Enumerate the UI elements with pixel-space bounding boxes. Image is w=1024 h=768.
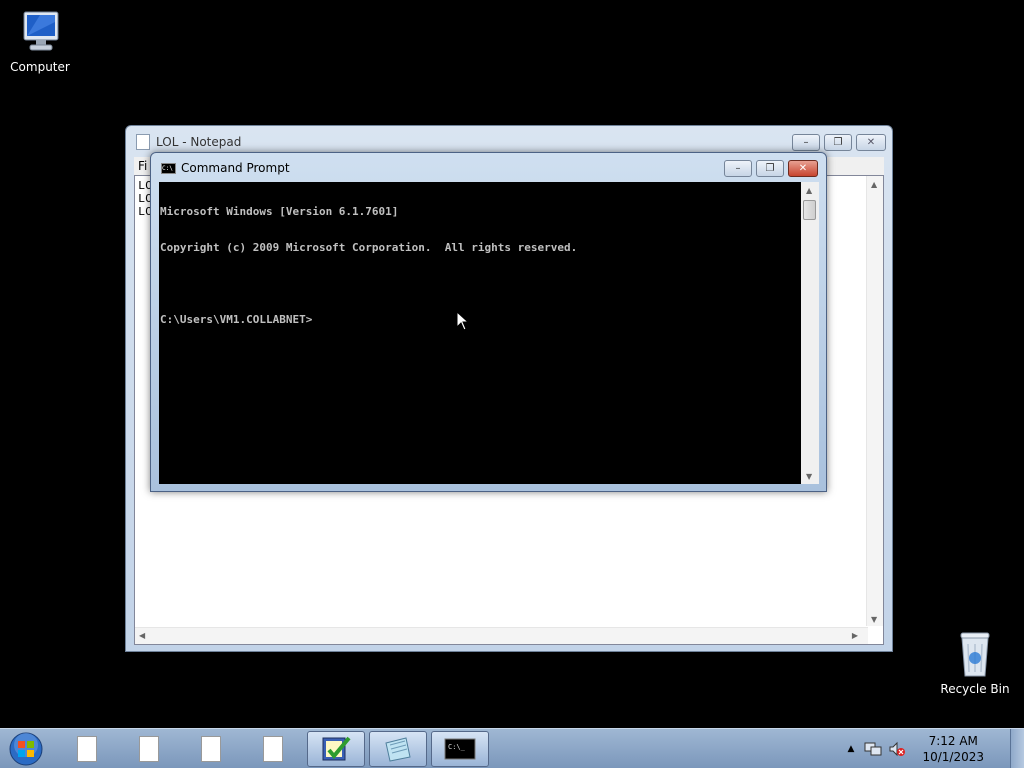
desktop-icon-computer[interactable]: Computer <box>0 8 80 74</box>
clock-time: 7:12 AM <box>928 734 978 748</box>
taskbar-button-document-2[interactable] <box>120 731 178 767</box>
notepad-title: LOL - Notepad <box>156 135 242 149</box>
taskbar-button-cmd[interactable]: C:\_ <box>431 731 489 767</box>
notepad-window-controls: – ❐ ✕ <box>788 134 886 151</box>
cmd-icon: C:\_ <box>444 738 476 760</box>
cmd-close-button[interactable]: ✕ <box>788 160 818 177</box>
desktop-icon-recycle-bin[interactable]: Recycle Bin <box>935 630 1015 696</box>
close-icon: ✕ <box>798 163 808 174</box>
clock-date: 10/1/2023 <box>922 750 984 764</box>
scroll-down-icon[interactable]: ▼ <box>871 615 877 624</box>
taskbar: C:\_ ▲ 7:12 AM 10/1/2023 <box>0 728 1024 768</box>
mouse-cursor-icon <box>456 311 470 331</box>
cmd-icon: C:\ <box>161 162 176 174</box>
restore-icon: ❐ <box>833 137 843 148</box>
cmd-vertical-scrollbar[interactable]: ▲ ▼ <box>801 182 819 484</box>
scroll-left-icon[interactable]: ◀ <box>139 631 145 640</box>
computer-icon <box>23 11 59 51</box>
taskbar-button-notepad[interactable] <box>369 731 427 767</box>
network-icon[interactable] <box>864 741 882 757</box>
show-desktop-button[interactable] <box>1010 729 1024 768</box>
cmd-title: Command Prompt <box>181 161 290 175</box>
taskbar-button-document-3[interactable] <box>182 731 240 767</box>
taskbar-button-checklist[interactable] <box>307 731 365 767</box>
windows-logo-icon <box>9 732 43 766</box>
notepad-vertical-scrollbar[interactable]: ▲ ▼ <box>866 176 883 626</box>
notepad-maximize-button[interactable]: ❐ <box>824 134 852 151</box>
clock[interactable]: 7:12 AM 10/1/2023 <box>922 733 984 765</box>
show-hidden-icons-icon[interactable]: ▲ <box>848 744 855 754</box>
checklist-icon <box>322 736 351 761</box>
scroll-right-icon[interactable]: ▶ <box>852 631 858 640</box>
volume-muted-icon[interactable] <box>888 741 906 757</box>
document-icon <box>263 736 283 762</box>
notepad-horizontal-scrollbar[interactable]: ◀ ▶ <box>135 627 868 644</box>
scroll-up-icon[interactable]: ▲ <box>871 180 877 189</box>
notepad-close-button[interactable]: ✕ <box>856 134 886 151</box>
cmd-maximize-button[interactable]: ❐ <box>756 160 784 177</box>
taskbar-button-document-4[interactable] <box>244 731 302 767</box>
menu-file[interactable]: Fi <box>138 159 147 173</box>
notepad-minimize-button[interactable]: – <box>792 134 820 151</box>
close-icon: ✕ <box>866 137 876 148</box>
recycle-bin-icon <box>960 632 990 677</box>
cmd-window-controls: – ❐ ✕ <box>720 160 818 177</box>
command-prompt-window[interactable]: C:\ Command Prompt – ❐ ✕ Microsoft Windo… <box>150 152 827 492</box>
restore-icon: ❐ <box>765 163 775 174</box>
scroll-up-icon[interactable]: ▲ <box>806 186 812 195</box>
minimize-icon: – <box>735 163 741 174</box>
cmd-console[interactable]: Microsoft Windows [Version 6.1.7601] Cop… <box>159 182 819 484</box>
notepad-icon <box>136 134 150 150</box>
svg-text:C:\_: C:\_ <box>448 743 466 751</box>
notepad-icon <box>385 737 411 762</box>
taskbar-button-document-1[interactable] <box>58 731 116 767</box>
system-tray: ▲ 7:12 AM 10/1/2023 <box>848 729 984 768</box>
desktop-icon-label: Recycle Bin <box>940 682 1010 696</box>
scroll-down-icon[interactable]: ▼ <box>806 472 812 481</box>
desktop-icon-label: Computer <box>10 60 70 74</box>
cmd-minimize-button[interactable]: – <box>724 160 752 177</box>
cmd-prompt-line: C:\Users\VM1.COLLABNET> <box>160 313 313 326</box>
cmd-line: Copyright (c) 2009 Microsoft Corporation… <box>160 241 578 254</box>
scroll-thumb[interactable] <box>803 200 816 220</box>
start-button[interactable] <box>6 731 46 767</box>
cmd-line <box>160 278 577 290</box>
document-icon <box>77 736 97 762</box>
document-icon <box>139 736 159 762</box>
minimize-icon: – <box>803 137 809 148</box>
document-icon <box>201 736 221 762</box>
cmd-line: Microsoft Windows [Version 6.1.7601] <box>160 205 399 218</box>
